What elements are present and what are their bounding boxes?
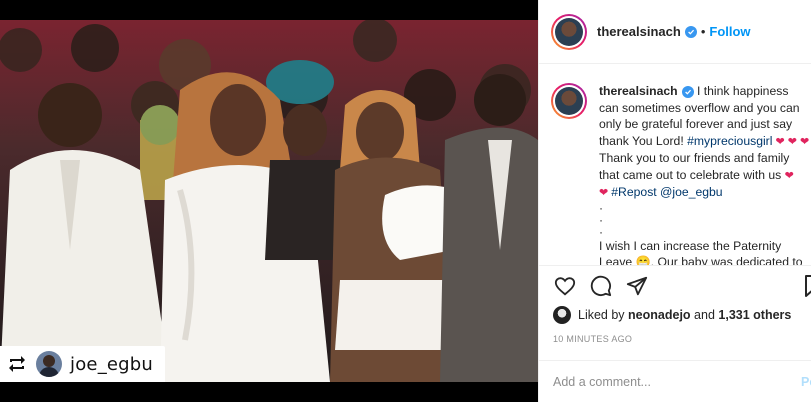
- photo-illustration: [0, 20, 538, 382]
- instagram-post-view: joe_egbu therealsinach • Follow thereals…: [0, 0, 811, 402]
- post-photo[interactable]: [0, 20, 538, 382]
- post-comment-button[interactable]: Post: [801, 375, 811, 389]
- author-avatar[interactable]: [551, 13, 587, 50]
- heart-icon[interactable]: [553, 274, 577, 298]
- caption-emoji: 😁: [635, 255, 651, 265]
- repost-user-avatar: [36, 351, 62, 377]
- caption-heart-3: ❤: [599, 187, 612, 199]
- liker-username[interactable]: neonadejo: [628, 308, 691, 322]
- caption-author-avatar[interactable]: [551, 83, 587, 119]
- comment-icon[interactable]: [589, 274, 613, 298]
- caption-area: therealsinach I think happiness can some…: [539, 65, 811, 265]
- follow-button[interactable]: Follow: [709, 24, 750, 39]
- caption-username[interactable]: therealsinach: [599, 84, 678, 98]
- likes-middle: and: [694, 308, 715, 322]
- header-separator: •: [700, 24, 706, 39]
- repost-icon: [6, 353, 28, 375]
- caption-verified-badge-icon: [681, 85, 694, 98]
- repost-username: joe_egbu: [70, 353, 154, 375]
- liker-avatar[interactable]: [553, 306, 571, 324]
- likes-summary: Liked by neonadejo and 1,331 others: [553, 305, 791, 325]
- caption-text: therealsinach I think happiness can some…: [599, 83, 811, 265]
- post-timestamp[interactable]: 10 MINUTES AGO: [553, 334, 632, 344]
- caption-dots: · · ·: [599, 200, 606, 239]
- author-username[interactable]: therealsinach: [597, 24, 681, 39]
- caption-repost-mention[interactable]: #Repost @joe_egbu: [611, 185, 722, 199]
- likes-count[interactable]: 1,331 others: [718, 308, 791, 322]
- caption-hashtag[interactable]: #mypreciousgirl: [687, 134, 772, 148]
- post-photo-panel: joe_egbu: [0, 0, 538, 402]
- repost-tag[interactable]: joe_egbu: [0, 346, 166, 382]
- action-bar: [539, 265, 811, 305]
- bookmark-icon[interactable]: [803, 274, 811, 298]
- likes-prefix: Liked by: [578, 308, 625, 322]
- comment-input[interactable]: [553, 374, 783, 389]
- caption-line-2: Thank you to our friends and family that…: [599, 151, 790, 182]
- caption-hearts-1: ❤ ❤ ❤: [772, 135, 810, 148]
- post-header: therealsinach • Follow: [539, 0, 811, 64]
- caption-heart-2: ❤: [784, 169, 794, 182]
- post-sidebar: therealsinach • Follow therealsinach I t…: [538, 0, 811, 402]
- comment-bar: Post: [539, 360, 811, 402]
- share-icon[interactable]: [625, 274, 649, 298]
- verified-badge-icon: [684, 25, 697, 38]
